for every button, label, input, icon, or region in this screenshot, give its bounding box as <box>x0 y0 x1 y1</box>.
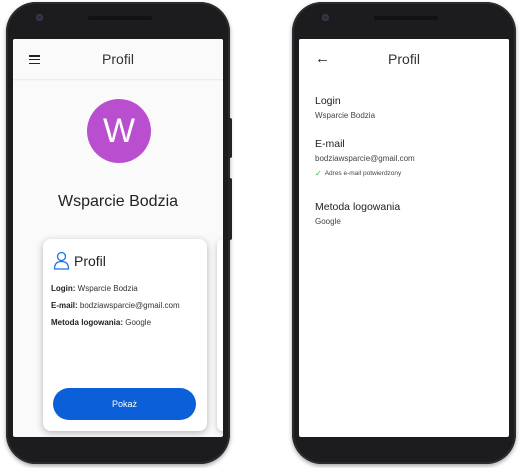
method-label: Metoda logowania <box>315 201 401 213</box>
checkmark-icon: ✓ <box>315 169 322 178</box>
card-method-label: Metoda logowania: <box>51 318 123 327</box>
phone-left: Profil W Wsparcie Bodzia Profil Login: W… <box>6 2 230 464</box>
card-email-label: E-mail: <box>51 301 78 310</box>
card-header: Profil <box>53 251 106 270</box>
page-title: Profil <box>102 51 134 67</box>
email-label: E-mail <box>315 138 345 150</box>
camera-icon <box>36 14 43 21</box>
card-method-value: Google <box>125 318 152 327</box>
app-bar: Profil <box>13 39 223 79</box>
card-login-row: Login: Wsparcie Bodzia <box>51 284 138 293</box>
screen-profile-details: ← Profil Login Wsparcie Bodzia E-mail bo… <box>299 39 509 437</box>
card-method-row: Metoda logowania: Google <box>51 318 151 327</box>
card-title: Profil <box>74 252 106 269</box>
person-icon <box>53 251 70 270</box>
camera-icon <box>322 14 329 21</box>
next-card-peek[interactable] <box>217 239 223 431</box>
profile-card: Profil Login: Wsparcie Bodzia E-mail: bo… <box>43 239 207 431</box>
login-label: Login <box>315 95 341 107</box>
email-value: bodziawsparcie@gmail.com <box>315 154 415 163</box>
email-verified-status: ✓ Adres e-mail potwierdzony <box>315 169 415 178</box>
login-value: Wsparcie Bodzia <box>315 111 376 120</box>
login-section: Login Wsparcie Bodzia <box>315 95 375 120</box>
card-email-value: bodziawsparcie@gmail.com <box>79 301 180 310</box>
show-button[interactable]: Pokaż <box>53 388 196 420</box>
phone-right: ← Profil Login Wsparcie Bodzia E-mail bo… <box>292 2 516 464</box>
card-login-label: Login: <box>51 284 76 293</box>
page-title: Profil <box>388 51 420 67</box>
speaker-grille <box>88 16 152 20</box>
email-section: E-mail bodziawsparcie@gmail.com ✓ Adres … <box>315 138 415 178</box>
app-bar: ← Profil <box>299 39 509 79</box>
side-button-volume <box>228 178 232 240</box>
method-value: Google <box>315 217 341 226</box>
avatar: W <box>87 99 151 163</box>
username: Wsparcie Bodzia <box>57 193 179 210</box>
screen-profile-overview: Profil W Wsparcie Bodzia Profil Login: W… <box>13 39 223 437</box>
email-verified-text: Adres e-mail potwierdzony <box>324 170 402 177</box>
card-login-value: Wsparcie Bodzia <box>77 284 138 293</box>
speaker-grille <box>374 16 438 20</box>
card-email-row: E-mail: bodziawsparcie@gmail.com <box>51 301 180 310</box>
method-section: Metoda logowania Google <box>315 201 400 226</box>
side-button-power <box>228 118 232 158</box>
